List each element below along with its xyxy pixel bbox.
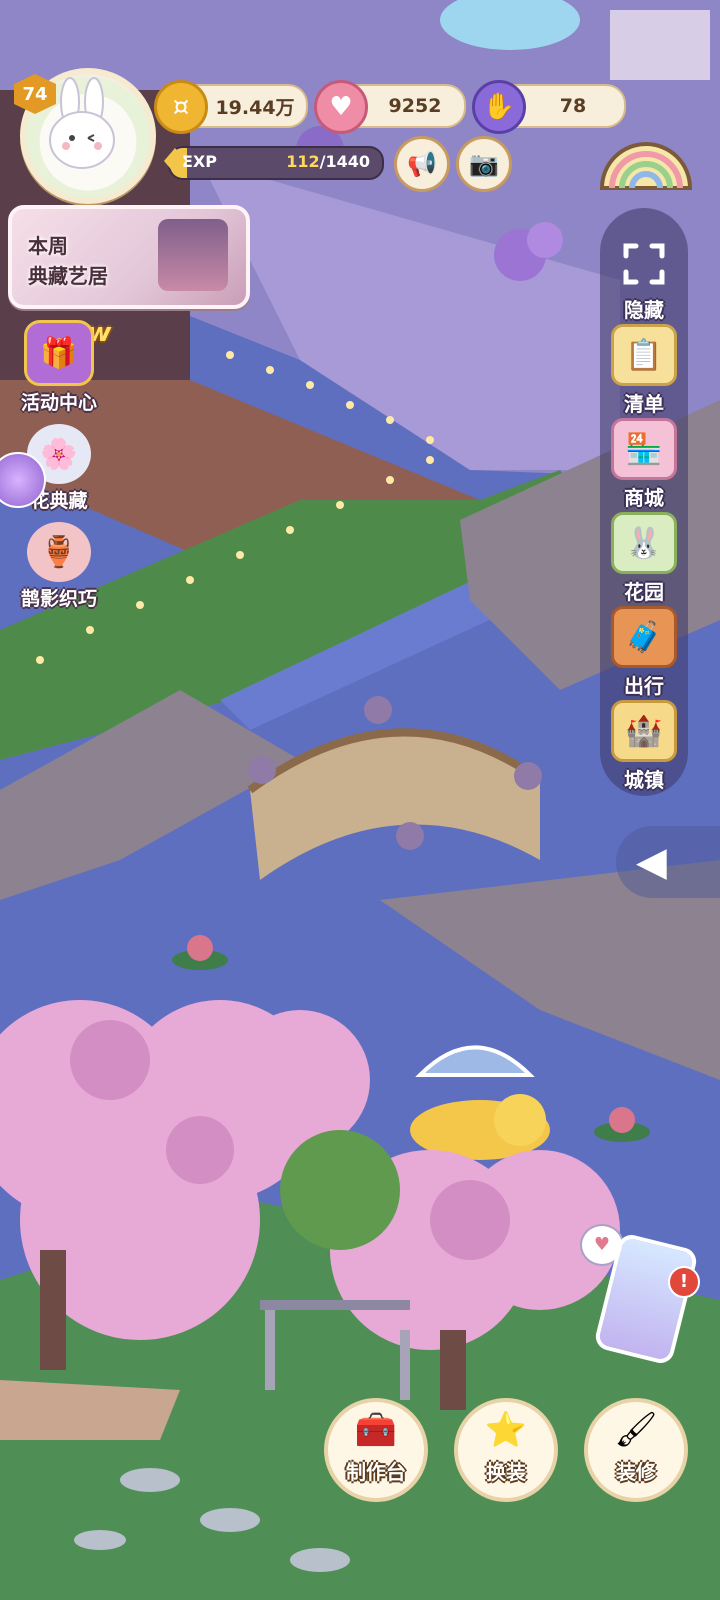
phone-alert-badge: !	[668, 1266, 700, 1298]
paint-roller-icon: 🖌	[614, 1410, 658, 1450]
garden-button[interactable]: 🐰 花园	[600, 512, 688, 605]
hide-ui-label: 隐藏	[624, 298, 664, 322]
exp-bar: EXP 112/1440	[168, 146, 384, 180]
gift-box-icon: 🎁	[24, 320, 94, 386]
event-center-label: 活动中心	[20, 392, 97, 414]
exp-current: 112	[286, 152, 320, 171]
coins-value: 19.44万	[215, 96, 295, 119]
event-center-button[interactable]: 🎁 活动中心	[4, 320, 114, 414]
star-shirt-icon: ⭐	[484, 1410, 528, 1450]
fullscreen-corners-icon	[614, 236, 674, 292]
travel-button[interactable]: 🧳 出行	[600, 606, 688, 699]
magpie-weaving-label: 鹊影织巧	[20, 588, 97, 610]
checklist-button[interactable]: 📋 清单	[600, 324, 688, 417]
luggage-icon: 🧳	[611, 606, 677, 668]
outfit-button[interactable]: ⭐ 换装	[454, 1398, 558, 1502]
exp-value: 112/1440	[286, 152, 370, 171]
castle-icon: 🏰	[611, 700, 677, 762]
arrow-left-icon: ◀	[636, 839, 667, 885]
glove-icon: ✋	[472, 80, 526, 134]
shop-label: 商城	[624, 486, 664, 510]
crafting-table-label: 制作台	[346, 1460, 406, 1484]
outfit-label: 换装	[486, 1460, 526, 1484]
magpie-weaving-button[interactable]: 🏺 鹊影织巧	[4, 522, 114, 612]
shop-button[interactable]: 🏪 商城	[600, 418, 688, 511]
weekly-card-line1: 本周	[28, 234, 68, 258]
exp-total: /1440	[319, 152, 370, 171]
exp-label: EXP	[182, 152, 217, 171]
crafting-table-button[interactable]: 🧰 制作台	[324, 1398, 428, 1502]
toolbox-icon: 🧰	[354, 1410, 398, 1450]
hide-ui-button[interactable]: 隐藏	[600, 236, 688, 323]
weekly-card-art	[158, 219, 228, 291]
fan-button[interactable]	[598, 128, 694, 192]
right-menu: 隐藏 📋 清单 🏪 商城 🐰 花园 🧳 出行 🏰 城镇	[600, 208, 688, 796]
decorate-button[interactable]: 🖌 装修	[584, 1398, 688, 1502]
side-panel-toggle[interactable]: ◀	[616, 826, 720, 898]
heart-icon: ♥	[314, 80, 368, 134]
shop-icon: 🏪	[611, 418, 677, 480]
announcement-button[interactable]: 📢	[394, 136, 450, 192]
garden-label: 花园	[624, 580, 664, 604]
town-button[interactable]: 🏰 城镇	[600, 700, 688, 793]
coin-icon: ¤	[154, 80, 208, 134]
weekly-card-line2: 典藏艺居	[28, 264, 108, 288]
camera-button[interactable]: 📷	[456, 136, 512, 192]
weekly-card-label: 本周 典藏艺居	[28, 231, 108, 291]
weekly-collection-card[interactable]: 本周 典藏艺居	[8, 205, 250, 309]
checklist-icon: 📋	[611, 324, 677, 386]
rainbow-fan-icon	[599, 142, 693, 190]
camera-icon: 📷	[469, 150, 499, 178]
travel-label: 出行	[624, 674, 664, 698]
town-label: 城镇	[624, 768, 664, 792]
energy-value: 78	[559, 95, 587, 117]
checklist-label: 清单	[624, 392, 664, 416]
hearts-value: 9252	[388, 95, 442, 117]
megaphone-icon: 📢	[407, 150, 437, 178]
garden-bunny-icon: 🐰	[611, 512, 677, 574]
decorate-label: 装修	[616, 1460, 656, 1484]
vase-icon: 🏺	[27, 522, 91, 582]
